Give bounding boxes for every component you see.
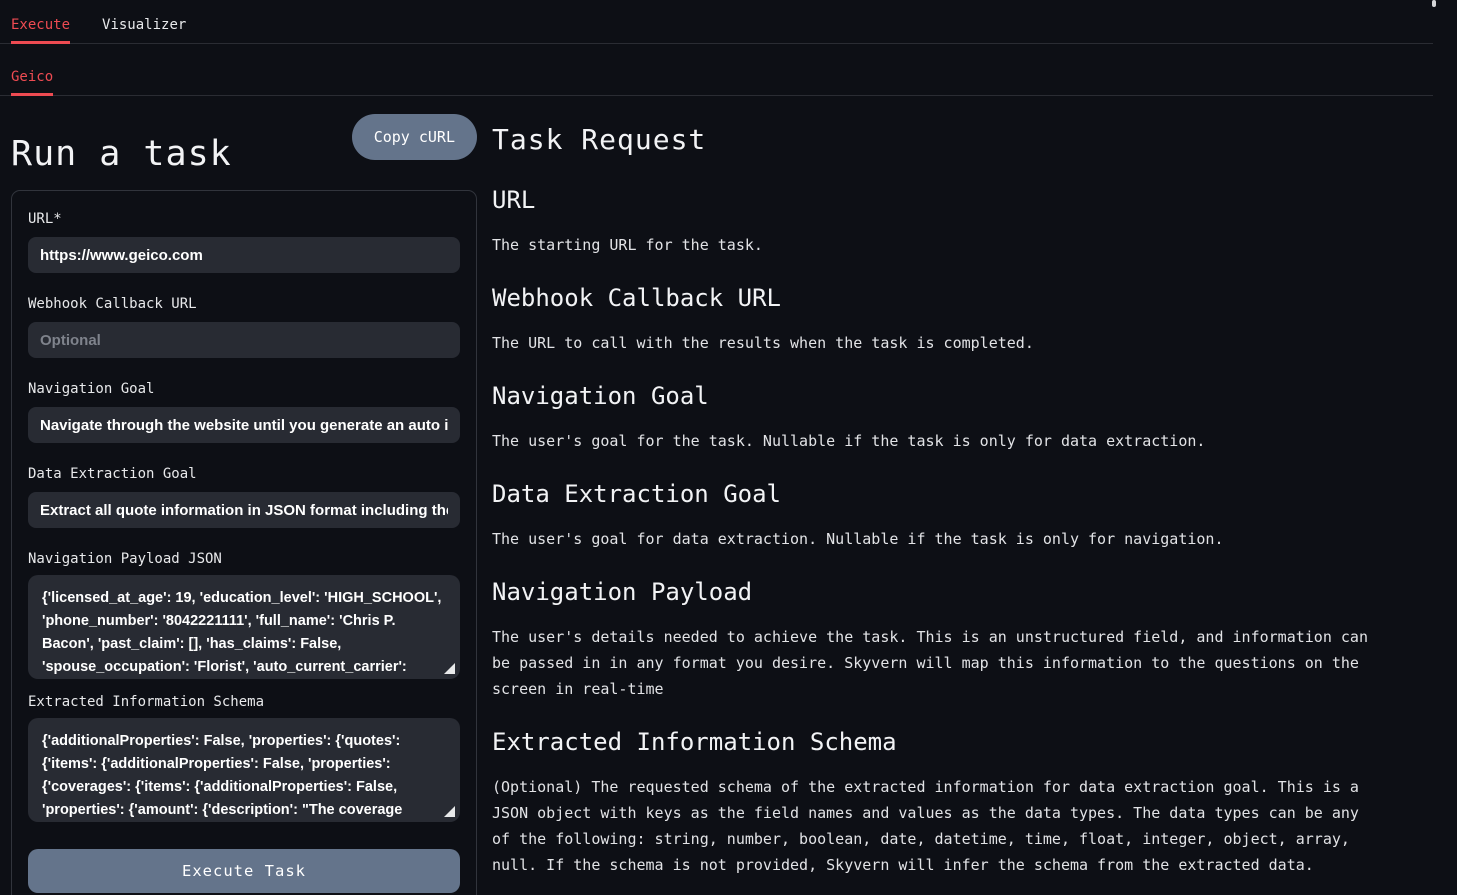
resize-handle-icon[interactable] [444,806,455,817]
data-extraction-goal-input[interactable] [28,492,460,528]
top-tabbar: Execute Visualizer [0,0,1433,44]
execute-task-button[interactable]: Execute Task [28,849,460,893]
sub-tabbar-divider [0,95,1433,96]
url-label: URL* [28,211,460,227]
tab-execute[interactable]: Execute [11,16,70,43]
data-extraction-goal-label: Data Extraction Goal [28,466,460,482]
doc-heading-webhook: Webhook Callback URL [492,284,1433,312]
doc-heading-url: URL [492,186,1433,214]
doc-body-navigation-goal: The user's goal for the task. Nullable i… [492,428,1382,454]
webhook-callback-url-input[interactable] [28,322,460,358]
resize-handle-icon[interactable] [444,663,455,674]
app-root: Execute Visualizer Geico Run a task Copy… [0,0,1433,895]
tab-geico[interactable]: Geico [11,68,53,95]
doc-heading-navigation-goal: Navigation Goal [492,382,1433,410]
doc-body-webhook: The URL to call with the results when th… [492,330,1382,356]
doc-heading-extracted-schema: Extracted Information Schema [492,728,1433,756]
task-request-docs: Task Request URL The starting URL for th… [492,114,1433,895]
sub-tabbar: Geico [0,44,1433,96]
extracted-schema-textarea[interactable]: {'additionalProperties': False, 'propert… [28,718,460,822]
navigation-payload-label: Navigation Payload JSON [28,551,460,567]
navigation-goal-label: Navigation Goal [28,381,460,397]
extracted-schema-label: Extracted Information Schema [28,694,460,710]
doc-body-extracted-schema: (Optional) The requested schema of the e… [492,774,1382,878]
task-form-column: Run a task Copy cURL URL* Webhook Callba… [11,114,477,895]
page-title: Run a task [11,134,232,174]
docs-title: Task Request [492,122,1433,158]
webhook-label: Webhook Callback URL [28,296,460,312]
doc-heading-navigation-payload: Navigation Payload [492,578,1433,606]
doc-body-url: The starting URL for the task. [492,232,1382,258]
task-form-card: URL* Webhook Callback URL Navigation Goa… [11,190,477,895]
tab-visualizer[interactable]: Visualizer [102,16,186,43]
doc-body-navigation-payload: The user's details needed to achieve the… [492,624,1382,702]
vertical-scrollbar-thumb[interactable] [1432,0,1436,7]
copy-curl-button[interactable]: Copy cURL [352,114,477,160]
navigation-goal-input[interactable] [28,407,460,443]
navigation-payload-textarea[interactable]: {'licensed_at_age': 19, 'education_level… [28,575,460,679]
doc-heading-data-extraction-goal: Data Extraction Goal [492,480,1433,508]
url-input[interactable] [28,237,460,273]
doc-body-data-extraction-goal: The user's goal for data extraction. Nul… [492,526,1382,552]
